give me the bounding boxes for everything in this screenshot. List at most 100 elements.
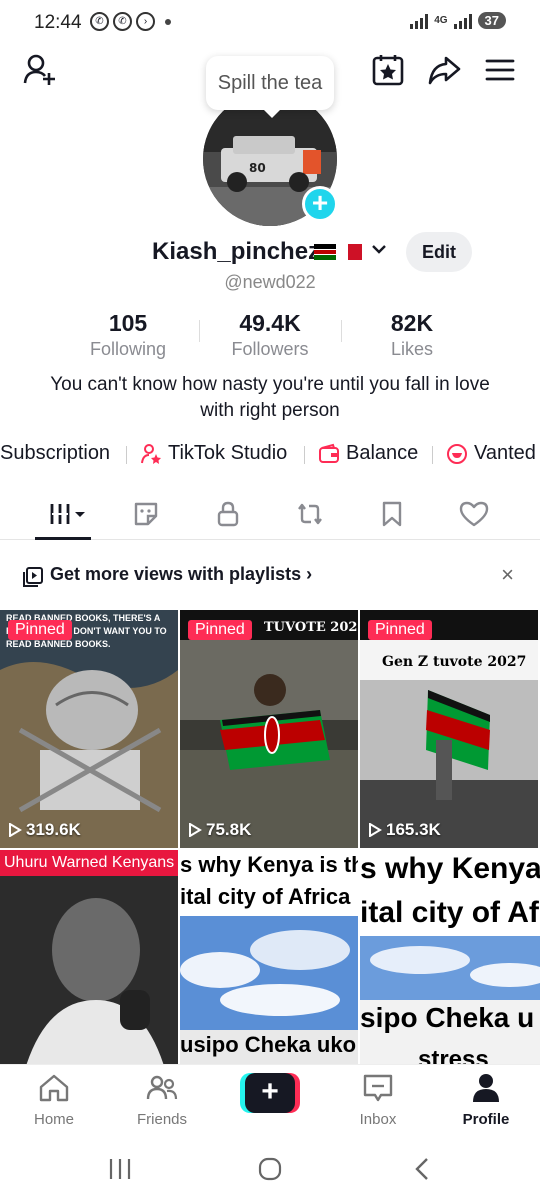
video-caption: sipo Cheka u bbox=[360, 1002, 535, 1033]
thumbnail-art bbox=[0, 850, 178, 1064]
tab-videos[interactable] bbox=[44, 496, 92, 532]
video-banner: Uhuru Warned Kenyans bbox=[0, 850, 178, 876]
profile-bio: You can't know how nasty you're until yo… bbox=[50, 374, 490, 421]
nav-profile[interactable]: Profile bbox=[446, 1073, 526, 1128]
home-button-icon[interactable] bbox=[256, 1155, 284, 1183]
pinned-badge: Pinned bbox=[368, 620, 432, 640]
pinned-badge: Pinned bbox=[188, 620, 252, 640]
status-bar: 12:44 ✆ ✆ › 4G 37 bbox=[0, 0, 540, 46]
stat-followers[interactable]: 49.4K Followers bbox=[200, 310, 340, 360]
whatsapp-icon: ✆ bbox=[90, 12, 109, 31]
bahrain-flag-icon bbox=[342, 244, 362, 260]
video-thumbnail[interactable]: Gen Z tuvote 2027 Pinned 165.3K bbox=[360, 610, 538, 848]
link-label: Vanted bbox=[474, 442, 536, 464]
thumbnail-art bbox=[180, 610, 358, 848]
play-icon bbox=[189, 823, 202, 837]
add-story-button[interactable]: + bbox=[302, 186, 338, 222]
videos-grid-icon bbox=[50, 504, 85, 524]
link-label: TikTok Studio bbox=[168, 442, 288, 464]
status-right: 4G 37 bbox=[410, 12, 506, 29]
tiktok-studio-link[interactable]: TikTok Studio bbox=[140, 442, 287, 465]
profile-username: Kiash_pinchez bbox=[152, 238, 321, 265]
vanted-link[interactable]: Vanted bbox=[446, 442, 536, 465]
video-thumbnail[interactable]: Uhuru Warned Kenyans bbox=[0, 850, 178, 1064]
repost-icon bbox=[298, 503, 322, 525]
share-icon[interactable] bbox=[426, 52, 462, 88]
more-notifications-dot bbox=[165, 19, 171, 25]
nav-label: Home bbox=[33, 1111, 74, 1128]
close-icon[interactable]: × bbox=[501, 562, 514, 588]
video-grid: READ BANNED BOOKS, THERE'S A REASON THEY… bbox=[0, 610, 540, 1064]
tab-liked[interactable] bbox=[454, 496, 494, 532]
lock-icon bbox=[217, 501, 239, 527]
divider bbox=[304, 446, 305, 464]
profile-handle: @newd022 bbox=[224, 272, 316, 292]
video-caption: ital city of Af bbox=[360, 896, 539, 929]
link-label: Balance bbox=[346, 442, 419, 464]
battery-indicator: 37 bbox=[477, 12, 506, 29]
network-type: 4G bbox=[434, 15, 448, 26]
tab-reposts[interactable] bbox=[290, 496, 330, 532]
whatsapp-icon: ✆ bbox=[113, 12, 132, 31]
video-thumbnail[interactable]: READ BANNED BOOKS, THERE'S A REASON THEY… bbox=[0, 610, 178, 848]
video-caption: s why Kenya is th bbox=[180, 852, 358, 877]
video-thumbnail[interactable]: s why Kenya ital city of Af sipo Cheka u… bbox=[360, 850, 540, 1064]
video-caption: s why Kenya bbox=[360, 852, 540, 885]
menu-icon[interactable] bbox=[482, 52, 518, 88]
bottom-nav: Home Friends + Inbox Profile bbox=[0, 1064, 540, 1138]
tab-favorites[interactable] bbox=[372, 496, 412, 532]
thumbnail-art bbox=[360, 610, 538, 848]
sticker-icon bbox=[134, 502, 158, 526]
status-time: 12:44 bbox=[34, 12, 82, 33]
view-count: 75.8K bbox=[188, 820, 251, 840]
edit-profile-button[interactable]: Edit bbox=[406, 232, 472, 272]
nav-label: Profile bbox=[462, 1111, 510, 1128]
kenya-flag-icon bbox=[314, 244, 336, 260]
create-button[interactable]: + bbox=[240, 1073, 300, 1113]
video-caption: Gen Z tuvote 2027 bbox=[382, 654, 527, 670]
nav-home[interactable]: Home bbox=[14, 1073, 94, 1128]
balance-link[interactable]: Balance bbox=[318, 442, 418, 465]
divider bbox=[432, 446, 433, 464]
video-thumbnail[interactable]: TUVOTE 2027 Pinned 75.8K bbox=[180, 610, 358, 848]
heart-icon bbox=[459, 501, 489, 527]
playlist-promo-banner[interactable]: Get more views with playlists › × bbox=[0, 556, 540, 596]
nav-label: Friends bbox=[136, 1111, 188, 1128]
recent-apps-icon[interactable] bbox=[106, 1156, 134, 1182]
stat-following[interactable]: 105 Following bbox=[58, 310, 198, 360]
subscription-link[interactable]: Subscription bbox=[0, 442, 110, 465]
back-icon[interactable] bbox=[408, 1155, 436, 1183]
system-nav-bar bbox=[0, 1138, 540, 1200]
calendar-star-icon[interactable] bbox=[370, 52, 406, 88]
profile-links: Subscription TikTok Studio Balance Vante… bbox=[0, 440, 540, 470]
stat-likes[interactable]: 82K Likes bbox=[342, 310, 482, 360]
stat-value: 49.4K bbox=[239, 310, 301, 336]
tab-private[interactable] bbox=[208, 496, 248, 532]
video-thumbnail[interactable]: s why Kenya is th ital city of Africa us… bbox=[180, 850, 358, 1064]
wallet-icon bbox=[319, 443, 339, 463]
signal-icon bbox=[453, 13, 472, 29]
nav-inbox[interactable]: Inbox bbox=[338, 1073, 418, 1128]
profile-icon bbox=[473, 1074, 499, 1102]
person-star-icon bbox=[141, 443, 161, 464]
flag-emojis bbox=[314, 244, 362, 260]
stat-value: 105 bbox=[108, 310, 148, 336]
svg-text:80: 80 bbox=[249, 161, 266, 175]
link-label: Subscription bbox=[0, 442, 111, 464]
stat-label: Likes bbox=[390, 339, 434, 359]
active-tab-indicator bbox=[35, 537, 91, 540]
play-icon bbox=[369, 823, 382, 837]
tab-stickers[interactable] bbox=[126, 496, 166, 532]
stat-label: Followers bbox=[231, 339, 309, 359]
divider bbox=[126, 446, 127, 464]
video-caption: ital city of Africa bbox=[180, 884, 351, 909]
stat-label: Following bbox=[89, 339, 167, 359]
status-tooltip[interactable]: Spill the tea bbox=[206, 56, 334, 118]
notification-icons: ✆ ✆ › bbox=[90, 12, 155, 31]
friends-icon bbox=[146, 1075, 178, 1100]
view-count-value: 75.8K bbox=[206, 820, 252, 839]
nav-friends[interactable]: Friends bbox=[122, 1073, 202, 1128]
add-friend-icon[interactable] bbox=[22, 52, 58, 88]
profile-stats: 105 Following 49.4K Followers 82K Likes bbox=[0, 310, 540, 360]
chevron-down-icon[interactable] bbox=[370, 240, 388, 264]
